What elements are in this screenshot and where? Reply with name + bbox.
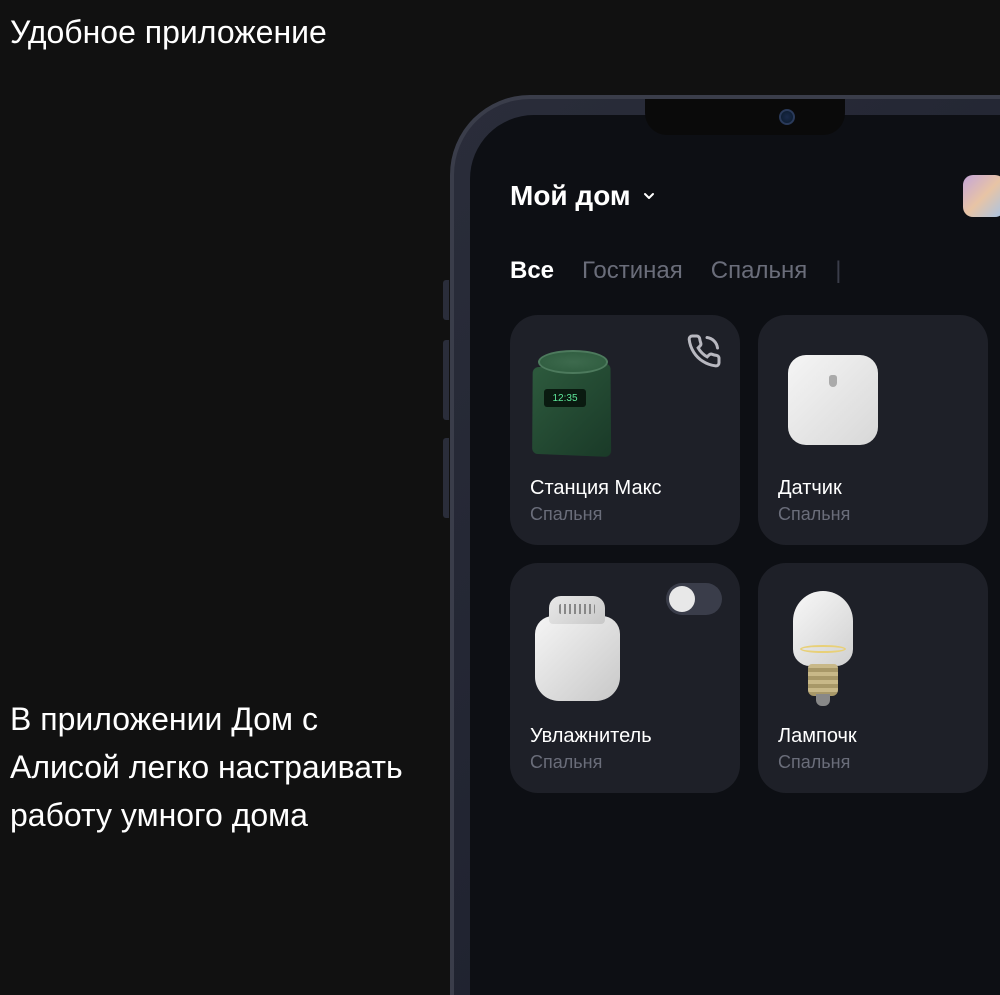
device-icon-area	[778, 335, 968, 465]
tab-divider: |	[835, 257, 841, 285]
device-grid: 12:35 Станция Макс Спальня Датчик Спал	[510, 315, 1000, 793]
device-room: Спальня	[778, 504, 968, 525]
speaker-device-icon: 12:35	[530, 345, 620, 455]
room-tabs: Все Гостиная Спальня |	[510, 257, 1000, 285]
device-card-bulb[interactable]: Лампочк Спальня	[758, 563, 988, 793]
device-card-speaker[interactable]: 12:35 Станция Макс Спальня	[510, 315, 740, 545]
humidifier-device-icon	[535, 596, 620, 701]
device-icon-area	[778, 583, 968, 713]
speaker-time-display: 12:35	[544, 389, 586, 407]
phone-volume-down-button-icon	[443, 438, 449, 518]
device-label: Увлажнитель	[530, 725, 720, 748]
avatar[interactable]	[963, 175, 1000, 217]
tab-bedroom[interactable]: Спальня	[711, 257, 807, 285]
app-screen: Мой дом Все Гостиная Спальня |	[470, 115, 1000, 995]
phone-volume-up-button-icon	[443, 340, 449, 420]
device-label: Лампочк	[778, 725, 968, 748]
chevron-down-icon	[641, 188, 657, 204]
device-card-humidifier[interactable]: Увлажнитель Спальня	[510, 563, 740, 793]
device-label: Датчик	[778, 477, 968, 500]
device-room: Спальня	[778, 752, 968, 773]
home-dropdown[interactable]: Мой дом	[510, 180, 657, 212]
phone-notch	[645, 99, 845, 135]
tab-living-room[interactable]: Гостиная	[582, 257, 683, 285]
home-dropdown-label: Мой дом	[510, 180, 631, 212]
device-room: Спальня	[530, 504, 720, 525]
device-room: Спальня	[530, 752, 720, 773]
device-label: Станция Макс	[530, 477, 720, 500]
phone-frame: Мой дом Все Гостиная Спальня |	[450, 95, 1000, 995]
device-card-sensor[interactable]: Датчик Спальня	[758, 315, 988, 545]
phone-mute-button-icon	[443, 280, 449, 320]
sensor-device-icon	[788, 355, 878, 445]
app-header: Мой дом	[510, 175, 1000, 217]
bulb-device-icon	[788, 591, 858, 706]
page-title: Удобное приложение	[10, 14, 327, 51]
page-description: В приложении Дом с Алисой легко настраив…	[10, 695, 410, 839]
tab-all[interactable]: Все	[510, 257, 554, 285]
device-icon-area	[530, 583, 720, 713]
phone-camera-icon	[779, 109, 795, 125]
device-icon-area: 12:35	[530, 335, 720, 465]
